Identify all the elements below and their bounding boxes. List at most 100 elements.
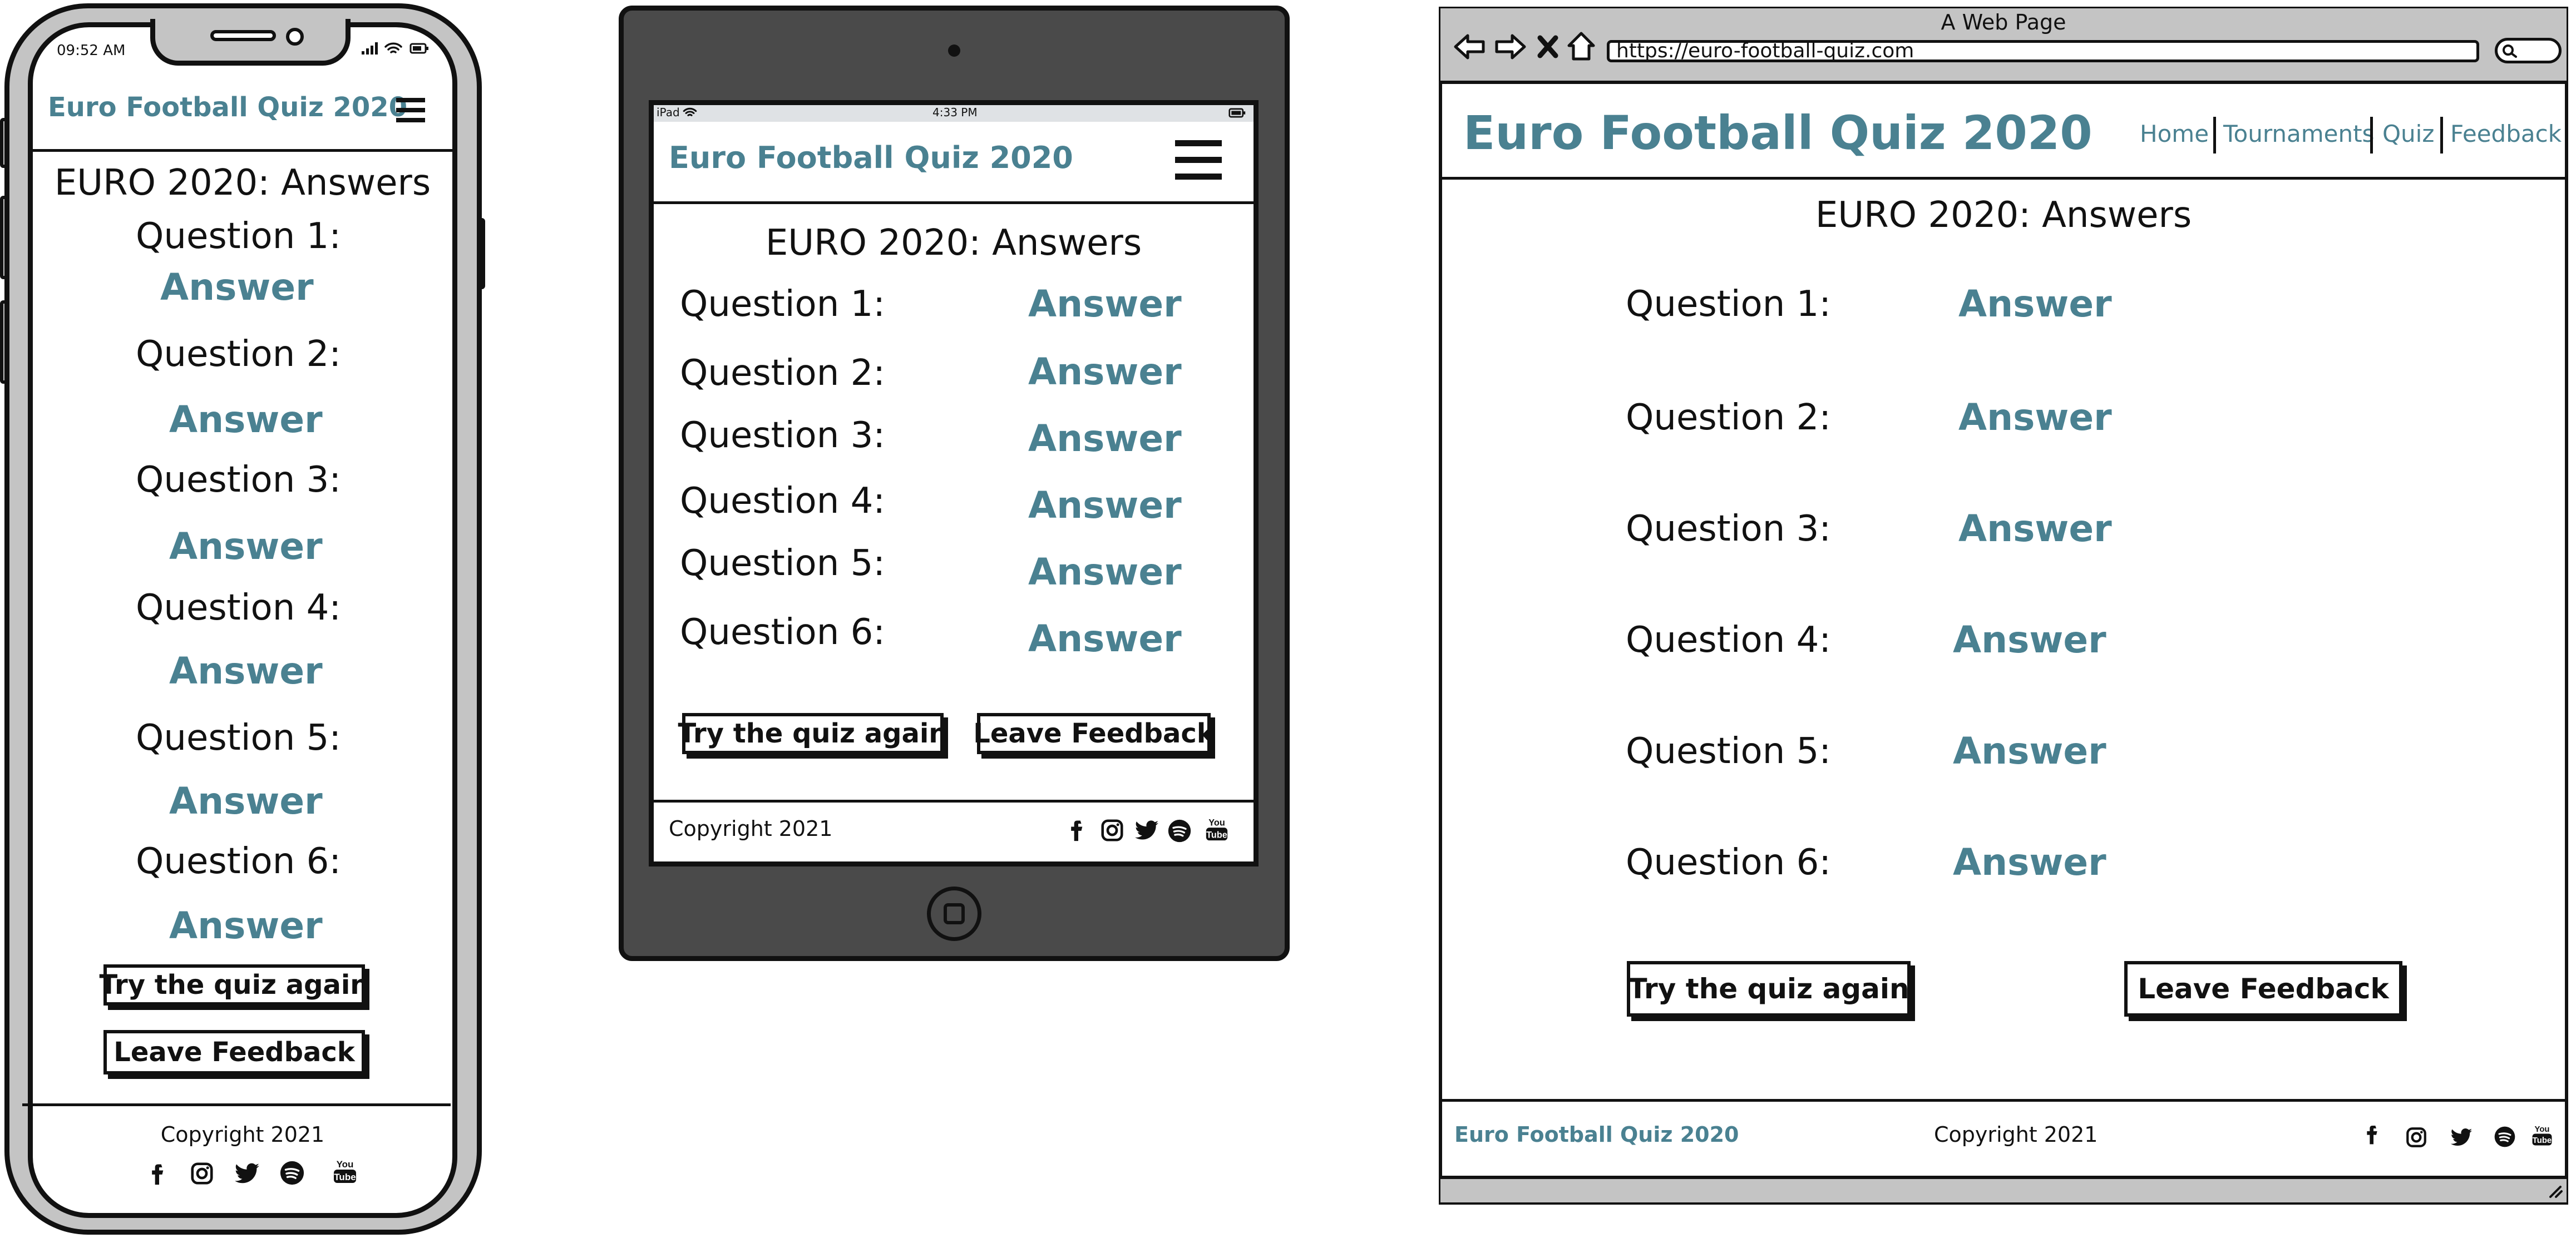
twitter-icon[interactable]: [2449, 1126, 2474, 1149]
tablet-camera: [948, 44, 960, 57]
youtube-icon[interactable]: [2530, 1122, 2554, 1149]
desktop-footer-divider: [1440, 1099, 2567, 1102]
phone-try-again-button[interactable]: Try the quiz again: [100, 964, 369, 1006]
tablet-copyright: Copyright 2021: [669, 816, 833, 841]
home-icon[interactable]: [1567, 31, 1596, 61]
tablet-question-label: Question 2:: [680, 353, 885, 394]
phone-answer: Answer: [169, 398, 323, 441]
phone-battery-icon: [409, 43, 428, 54]
phone-camera: [286, 28, 304, 46]
desktop-page-heading: EURO 2020: Answers: [1815, 195, 2192, 236]
instagram-icon[interactable]: [189, 1160, 215, 1187]
tablet-question-label: Question 6:: [680, 612, 885, 653]
twitter-icon[interactable]: [234, 1160, 260, 1187]
tablet-answer: Answer: [1028, 350, 1182, 393]
spotify-icon[interactable]: [1167, 819, 1192, 843]
spotify-icon[interactable]: [2494, 1126, 2516, 1148]
nav-link-home[interactable]: Home: [2140, 120, 2209, 147]
desktop-answer: Answer: [1958, 507, 2112, 550]
phone-answer: Answer: [160, 266, 314, 309]
tablet-status-device: iPad: [657, 106, 680, 119]
desktop-copyright: Copyright 2021: [1934, 1122, 2098, 1147]
desktop-answer: Answer: [1953, 841, 2106, 884]
desktop-question-label: Question 4:: [1626, 620, 1831, 661]
instagram-icon[interactable]: [2405, 1126, 2428, 1149]
browser-window-title: A Web Page: [1941, 10, 2066, 34]
youtube-icon[interactable]: [1204, 815, 1230, 844]
tablet-header-divider: [654, 201, 1254, 204]
phone-wifi-icon: [384, 42, 402, 53]
desktop-header-divider: [1440, 177, 2567, 180]
browser-window: [1439, 7, 2568, 1205]
nav-separator: [2440, 117, 2443, 153]
address-bar[interactable]: https://euro-football-quiz.com: [1607, 40, 2479, 62]
phone-site-title[interactable]: Euro Football Quiz 2020: [48, 92, 407, 123]
instagram-icon[interactable]: [1099, 818, 1125, 843]
youtube-icon[interactable]: [332, 1157, 358, 1187]
desktop-question-label: Question 1:: [1626, 284, 1831, 325]
tablet-site-title[interactable]: Euro Football Quiz 2020: [669, 140, 1073, 175]
phone-question-label: Question 3:: [136, 459, 341, 501]
tablet-answer: Answer: [1028, 484, 1182, 527]
desktop-answer: Answer: [1953, 618, 2106, 661]
tablet-wifi-icon: [683, 107, 697, 116]
facebook-icon[interactable]: [147, 1160, 171, 1187]
tablet-answer: Answer: [1028, 417, 1182, 460]
tablet-hamburger-icon[interactable]: [1175, 139, 1222, 181]
phone-question-label: Question 1:: [136, 216, 341, 257]
phone-question-label: Question 4:: [136, 587, 341, 628]
phone-header-divider: [33, 149, 452, 152]
phone-question-label: Question 2:: [136, 334, 341, 375]
desktop-leave-feedback-button[interactable]: Leave Feedback: [2124, 961, 2402, 1017]
phone-question-label: Question 6:: [136, 841, 341, 882]
tablet-home-button-inner: [944, 903, 965, 924]
tablet-question-label: Question 3:: [680, 415, 885, 456]
nav-separator: [2370, 117, 2373, 153]
tablet-try-again-button[interactable]: Try the quiz again: [678, 713, 948, 754]
spotify-icon[interactable]: [279, 1160, 305, 1186]
tablet-question-label: Question 5:: [680, 543, 885, 584]
phone-question-label: Question 5:: [136, 717, 341, 759]
tablet-page-heading: EURO 2020: Answers: [765, 222, 1142, 264]
nav-link-feedback[interactable]: Feedback: [2450, 120, 2562, 147]
phone-notch: [150, 19, 351, 66]
nav-link-quiz[interactable]: Quiz: [2382, 120, 2434, 147]
forward-arrow-icon[interactable]: [1493, 32, 1527, 61]
resize-grip-icon[interactable]: [2547, 1183, 2564, 1199]
tablet-battery-icon: [1228, 108, 1246, 118]
desktop-question-label: Question 6:: [1626, 842, 1831, 883]
desktop-try-again-button[interactable]: Try the quiz again: [1627, 961, 1911, 1017]
nav-link-tournaments[interactable]: Tournaments: [2223, 120, 2374, 147]
phone-leave-feedback-button[interactable]: Leave Feedback: [103, 1030, 365, 1074]
tablet-footer-divider: [654, 800, 1254, 803]
phone-status-time: 09:52 AM: [57, 42, 126, 59]
phone-hamburger-icon[interactable]: [395, 95, 426, 126]
tablet-question-label: Question 4:: [680, 481, 885, 522]
search-icon: [2503, 44, 2517, 58]
facebook-icon[interactable]: [1066, 816, 1090, 843]
stop-icon[interactable]: [1537, 34, 1559, 59]
phone-speaker: [210, 30, 276, 41]
facebook-icon[interactable]: [2362, 1121, 2385, 1147]
desktop-footer-title[interactable]: Euro Football Quiz 2020: [1454, 1122, 1739, 1147]
back-arrow-icon[interactable]: [1453, 32, 1487, 61]
tablet-answer: Answer: [1028, 551, 1182, 593]
desktop-answer: Answer: [1958, 283, 2112, 325]
tablet-answer: Answer: [1028, 617, 1182, 660]
tablet-leave-feedback-button[interactable]: Leave Feedback: [973, 713, 1215, 754]
phone-answer: Answer: [169, 525, 323, 568]
tablet-answer: Answer: [1028, 283, 1182, 325]
phone-answer: Answer: [169, 904, 323, 947]
phone-footer-divider: [22, 1103, 451, 1106]
desktop-site-title[interactable]: Euro Football Quiz 2020: [1463, 106, 2093, 160]
phone-signal-icon: [362, 42, 378, 55]
browser-status-bar: [1440, 1176, 2567, 1202]
desktop-answer: Answer: [1958, 396, 2112, 439]
twitter-icon[interactable]: [1134, 818, 1159, 843]
desktop-question-label: Question 2:: [1626, 397, 1831, 438]
tablet-status-time: 4:33 PM: [932, 106, 978, 119]
nav-separator: [2213, 117, 2216, 153]
phone-page-heading: EURO 2020: Answers: [54, 162, 431, 204]
tablet-question-label: Question 1:: [680, 284, 885, 325]
phone-answer: Answer: [169, 780, 323, 823]
